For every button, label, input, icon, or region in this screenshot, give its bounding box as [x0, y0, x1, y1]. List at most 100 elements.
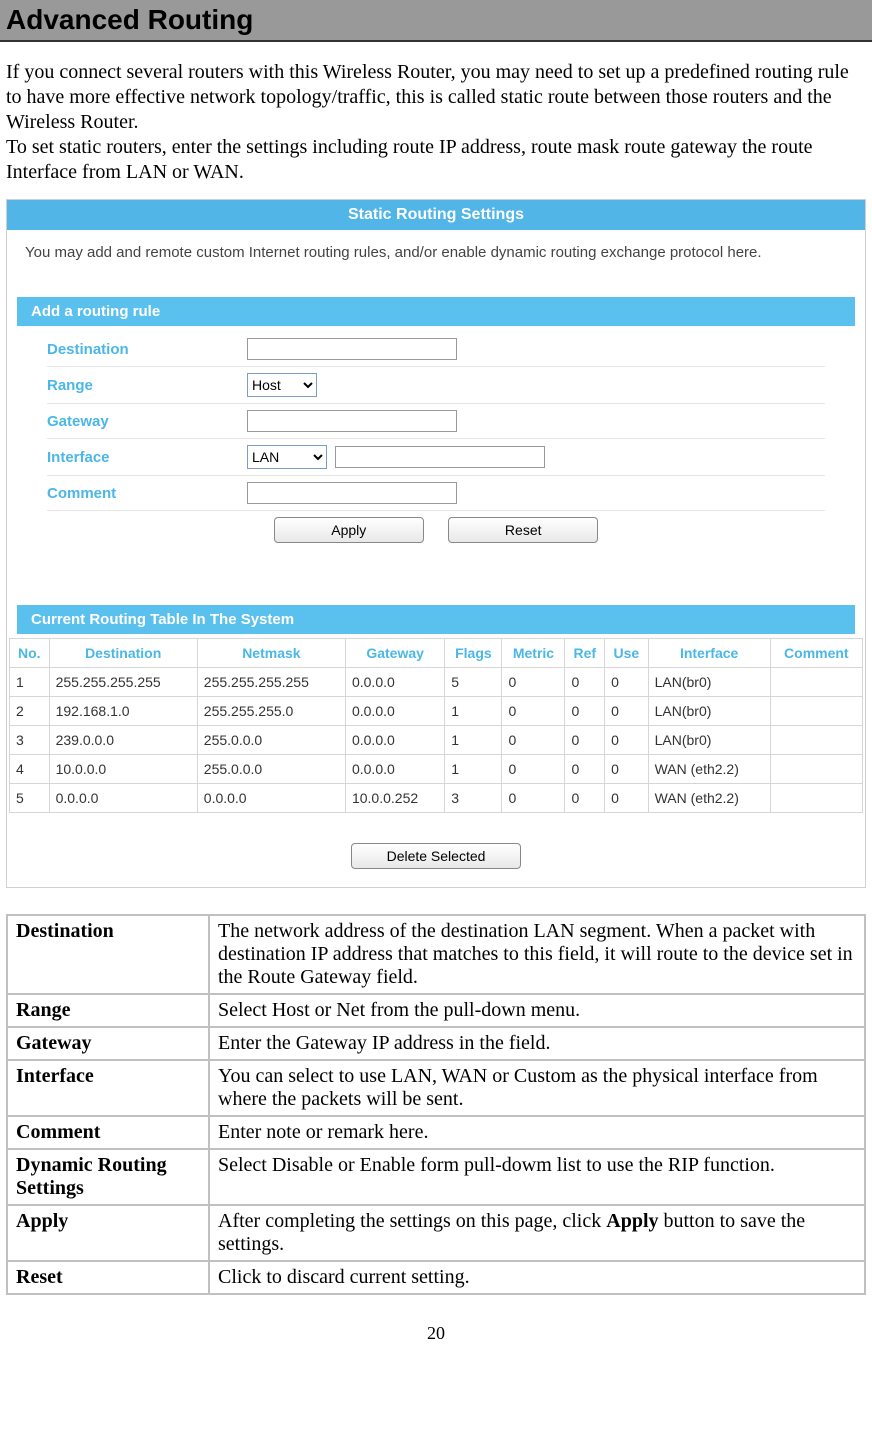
desc-value: Select Disable or Enable form pull-dowm … [210, 1150, 864, 1204]
interface-label: Interface [47, 449, 247, 466]
table-cell: WAN (eth2.2) [648, 755, 770, 784]
table-cell: 0 [605, 784, 649, 813]
desc-value: Enter the Gateway IP address in the fiel… [210, 1028, 864, 1059]
col-no: No. [10, 639, 50, 668]
col-use: Use [605, 639, 649, 668]
table-cell: 5 [10, 784, 50, 813]
desc-key: Interface [8, 1061, 208, 1115]
col-destination: Destination [49, 639, 197, 668]
table-cell: 0.0.0.0 [197, 784, 345, 813]
desc-value: The network address of the destination L… [210, 916, 864, 993]
col-ref: Ref [565, 639, 605, 668]
section-add-rule: Add a routing rule [17, 297, 855, 326]
interface-extra-input[interactable] [335, 446, 545, 468]
intro-para-1: If you connect several routers with this… [6, 61, 849, 133]
desc-key: Apply [8, 1206, 208, 1260]
intro-text: If you connect several routers with this… [0, 42, 872, 193]
routing-table-header-row: No. Destination Netmask Gateway Flags Me… [10, 639, 863, 668]
destination-label: Destination [47, 341, 247, 358]
page-title: Advanced Routing [0, 0, 872, 42]
table-cell: 255.0.0.0 [197, 726, 345, 755]
table-cell: 255.255.255.0 [197, 697, 345, 726]
table-cell: 0 [565, 784, 605, 813]
table-cell: 1 [445, 697, 502, 726]
col-metric: Metric [502, 639, 565, 668]
table-row[interactable]: 50.0.0.00.0.0.010.0.0.2523000WAN (eth2.2… [10, 784, 863, 813]
desc-value: After completing the settings on this pa… [210, 1206, 864, 1260]
table-row[interactable]: 3239.0.0.0255.0.0.00.0.0.01000LAN(br0) [10, 726, 863, 755]
table-cell: 0 [565, 755, 605, 784]
desc-row: ResetClick to discard current setting. [8, 1262, 864, 1293]
table-cell: 3 [10, 726, 50, 755]
apply-button[interactable]: Apply [274, 517, 424, 543]
table-cell: 5 [445, 668, 502, 697]
table-cell: 0 [502, 726, 565, 755]
desc-key: Gateway [8, 1028, 208, 1059]
table-cell: 0 [605, 726, 649, 755]
table-cell: 239.0.0.0 [49, 726, 197, 755]
routing-table: No. Destination Netmask Gateway Flags Me… [9, 638, 863, 813]
delete-selected-button[interactable]: Delete Selected [351, 843, 521, 869]
desc-value: Click to discard current setting. [210, 1262, 864, 1293]
col-netmask: Netmask [197, 639, 345, 668]
page-number: 20 [0, 1295, 872, 1354]
table-cell: 192.168.1.0 [49, 697, 197, 726]
range-select[interactable]: Host [247, 373, 317, 397]
desc-key: Range [8, 995, 208, 1026]
table-cell: 255.255.255.255 [197, 668, 345, 697]
table-cell: 0 [502, 697, 565, 726]
table-cell: 0 [565, 668, 605, 697]
desc-value: Select Host or Net from the pull-down me… [210, 995, 864, 1026]
table-cell: LAN(br0) [648, 697, 770, 726]
comment-label: Comment [47, 485, 247, 502]
gateway-input[interactable] [247, 410, 457, 432]
table-cell: 255.0.0.0 [197, 755, 345, 784]
table-cell: 10.0.0.252 [345, 784, 444, 813]
table-cell: 0 [502, 784, 565, 813]
section-routing-table: Current Routing Table In The System [17, 605, 855, 634]
col-comment: Comment [770, 639, 862, 668]
table-cell: 0 [502, 755, 565, 784]
table-cell [770, 726, 862, 755]
table-cell [770, 668, 862, 697]
desc-key: Destination [8, 916, 208, 993]
table-cell: 1 [445, 755, 502, 784]
interface-select[interactable]: LAN [247, 445, 327, 469]
desc-row: InterfaceYou can select to use LAN, WAN … [8, 1061, 864, 1115]
reset-button[interactable]: Reset [448, 517, 598, 543]
table-cell [770, 697, 862, 726]
desc-row: RangeSelect Host or Net from the pull-do… [8, 995, 864, 1026]
table-cell: 1 [445, 726, 502, 755]
col-flags: Flags [445, 639, 502, 668]
table-cell: 0 [605, 668, 649, 697]
table-cell: 0.0.0.0 [345, 726, 444, 755]
table-cell: 10.0.0.0 [49, 755, 197, 784]
desc-key: Reset [8, 1262, 208, 1293]
comment-input[interactable] [247, 482, 457, 504]
desc-row: ApplyAfter completing the settings on th… [8, 1206, 864, 1260]
table-cell: 255.255.255.255 [49, 668, 197, 697]
table-cell: 3 [445, 784, 502, 813]
table-cell: 0.0.0.0 [345, 697, 444, 726]
desc-key: Dynamic Routing Settings [8, 1150, 208, 1204]
table-cell [770, 755, 862, 784]
desc-value: You can select to use LAN, WAN or Custom… [210, 1061, 864, 1115]
table-row[interactable]: 2192.168.1.0255.255.255.00.0.0.01000LAN(… [10, 697, 863, 726]
desc-row: GatewayEnter the Gateway IP address in t… [8, 1028, 864, 1059]
gateway-label: Gateway [47, 413, 247, 430]
router-screenshot: Static Routing Settings You may add and … [6, 199, 866, 888]
desc-row: DestinationThe network address of the de… [8, 916, 864, 993]
table-row[interactable]: 410.0.0.0255.0.0.00.0.0.01000WAN (eth2.2… [10, 755, 863, 784]
table-cell: LAN(br0) [648, 726, 770, 755]
desc-row: Dynamic Routing SettingsSelect Disable o… [8, 1150, 864, 1204]
destination-input[interactable] [247, 338, 457, 360]
table-cell: 2 [10, 697, 50, 726]
table-row[interactable]: 1255.255.255.255255.255.255.2550.0.0.050… [10, 668, 863, 697]
desc-row: CommentEnter note or remark here. [8, 1117, 864, 1148]
intro-para-2: To set static routers, enter the setting… [6, 136, 813, 183]
col-interface: Interface [648, 639, 770, 668]
screenshot-header: Static Routing Settings [7, 200, 865, 230]
table-cell: LAN(br0) [648, 668, 770, 697]
desc-value: Enter note or remark here. [210, 1117, 864, 1148]
table-cell: 0 [565, 697, 605, 726]
